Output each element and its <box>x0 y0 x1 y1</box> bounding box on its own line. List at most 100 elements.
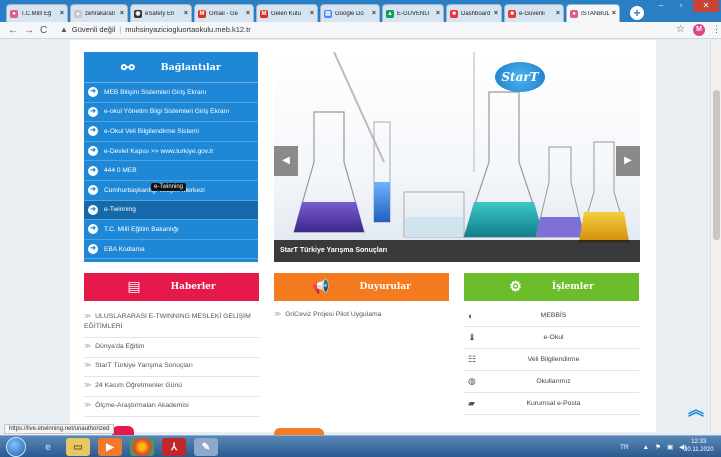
links-item[interactable]: ➜ EBA Kodlama <box>84 240 258 260</box>
close-tab-icon[interactable]: × <box>120 10 124 17</box>
browser-tab[interactable]: ▲ E-GÜVENLİ × <box>382 4 444 22</box>
close-tab-icon[interactable]: × <box>494 10 498 17</box>
operation-label[interactable]: Kurumsal e-Posta <box>480 400 639 407</box>
links-item-label[interactable]: e-Okul Veli Bilgilendirme Sistemi <box>104 128 199 135</box>
news-item-label[interactable]: StarT Türkiye Yarışma Sonuçları <box>95 362 193 369</box>
links-item-label[interactable]: T.C. Millî Eğitim Bakanlığı <box>104 226 179 233</box>
browser-tab[interactable]: ■ e-Güvenli × <box>504 4 564 22</box>
news-item-label[interactable]: Dünya'da Eğitim <box>95 343 144 350</box>
browser-tab[interactable]: M Gelen Kutu × <box>256 4 318 22</box>
news-item[interactable]: ≫ 24 Kasım Öğretmenler Günü <box>84 377 259 397</box>
links-item[interactable]: ➜ T.C. Millî Eğitim Bakanlığı <box>84 220 258 240</box>
links-item-label[interactable]: e-Twinning <box>104 206 136 213</box>
tab-title[interactable]: Gelen Kutu <box>271 11 308 17</box>
scroll-to-top-icon[interactable]: ︽ <box>688 396 704 420</box>
close-tab-icon[interactable]: × <box>60 10 64 17</box>
close-tab-icon[interactable]: × <box>372 10 376 17</box>
browser-tab[interactable]: ▲ zehrakaratı × <box>70 4 128 22</box>
security-label[interactable]: Güvenli değil <box>72 23 115 37</box>
forward-icon[interactable]: → <box>24 24 34 37</box>
operation-item-veli[interactable]: ☷ Veli Bilgilendirme <box>464 349 639 371</box>
operation-item-schools[interactable]: ◍ Okullarımız <box>464 371 639 393</box>
bookmark-star-icon[interactable]: ☆ <box>676 24 685 35</box>
links-item[interactable]: ➜ e-Devlet Kapısı >> www.turkiye.gov.tr <box>84 142 258 162</box>
close-tab-icon[interactable]: × <box>556 10 560 17</box>
tab-title[interactable]: Dashboard <box>461 11 492 17</box>
clock[interactable]: 12:33 30.11.2020 <box>684 438 714 454</box>
language-indicator[interactable]: TR <box>620 444 629 451</box>
url-text[interactable]: muhsinyaziciogluortaokulu.meb.k12.tr <box>125 23 250 37</box>
minimize-button[interactable]: – <box>652 0 670 12</box>
browser-tab[interactable]: ▤ Google Do × <box>320 4 380 22</box>
warning-icon[interactable]: ▲ <box>60 23 68 37</box>
media-player-icon[interactable]: ▶ <box>98 438 122 456</box>
operation-item-eokul[interactable]: ♝ e-Okul <box>464 327 639 349</box>
tab-title[interactable]: zehrakaratı <box>85 11 118 17</box>
slider-caption[interactable]: StarT Türkiye Yarışma Sonuçları <box>274 240 640 262</box>
browser-tab[interactable]: ● İSTANBUL × <box>566 4 620 22</box>
links-item-label[interactable]: 444 0 MEB <box>104 167 137 174</box>
browser-tab[interactable]: ■ Dashboard × <box>446 4 502 22</box>
operation-label[interactable]: e-Okul <box>480 334 639 341</box>
close-tab-icon[interactable]: × <box>436 10 440 17</box>
reload-icon[interactable]: C <box>40 24 47 37</box>
close-tab-icon[interactable]: × <box>246 10 250 17</box>
close-tab-icon[interactable]: × <box>310 10 314 17</box>
news-item[interactable]: ≫ Ölçme-Araştırmaları Akademisi <box>84 397 259 417</box>
tab-title[interactable]: E-GÜVENLİ <box>397 11 434 17</box>
news-item-label[interactable]: ULUSLARARASI E-TWINNING MESLEKİ GELİŞİM … <box>84 313 251 330</box>
flag-icon[interactable]: ⚑ <box>655 443 661 451</box>
tab-title[interactable]: eSafety Eti <box>145 11 182 17</box>
links-item-label[interactable]: EBA Kodlama <box>104 246 145 253</box>
tab-title[interactable]: Gmail - Ge <box>209 11 244 17</box>
tray-arrow-icon[interactable]: ▲ <box>643 444 649 451</box>
maximize-button[interactable]: ▫ <box>672 0 690 12</box>
browser-tab[interactable]: ● T.C.Millî Eğ × <box>6 4 68 22</box>
operation-label[interactable]: MEBBİS <box>480 312 639 319</box>
scrollbar-thumb[interactable] <box>713 90 720 240</box>
links-item[interactable]: ➜ 444 0 MEB <box>84 161 258 181</box>
links-item-label[interactable]: e-okul Yönetim Bilgi Sistemleri Giriş Ek… <box>104 108 229 115</box>
tab-title[interactable]: İSTANBUL <box>581 11 610 17</box>
menu-kebab-icon[interactable]: ⋮ <box>712 24 721 35</box>
operation-item-email[interactable]: ▰ Kurumsal e-Posta <box>464 393 639 415</box>
pdf-reader-icon[interactable]: ⅄ <box>162 438 186 456</box>
news-item-label[interactable]: 24 Kasım Öğretmenler Günü <box>95 382 182 389</box>
back-icon[interactable]: ← <box>8 24 18 37</box>
links-item-label[interactable]: e-Devlet Kapısı >> www.turkiye.gov.tr <box>104 148 213 155</box>
operation-item-mebbis[interactable]: ◐ MEBBİS <box>464 305 639 327</box>
new-tab-button[interactable]: + <box>630 6 644 20</box>
close-window-button[interactable]: ✕ <box>693 0 719 12</box>
links-item-label[interactable]: MEB Bilişim Sistemleri Giriş Ekranı <box>104 89 206 96</box>
browser-tab[interactable]: M Gmail - Ge × <box>194 4 254 22</box>
ie-icon[interactable]: e <box>36 438 60 456</box>
slider-prev-button[interactable]: ◀ <box>274 146 298 176</box>
slider-next-button[interactable]: ▶ <box>616 146 640 176</box>
vertical-scrollbar[interactable] <box>710 40 721 432</box>
paint-icon[interactable]: ✎ <box>194 438 218 456</box>
news-item[interactable]: ≫ ULUSLARARASI E-TWINNING MESLEKİ GELİŞİM… <box>84 308 259 338</box>
close-tab-icon[interactable]: × <box>612 10 616 17</box>
news-item[interactable]: ≫ Dünya'da Eğitim <box>84 338 259 358</box>
announcement-item[interactable]: ≫ GriCeviz Projesi Pilot Uygulama <box>274 309 449 321</box>
links-item[interactable]: ➜ e-Twinning <box>84 200 258 221</box>
links-item[interactable]: ➜ MEB Bilişim Sistemleri Giriş Ekranı <box>84 83 258 103</box>
close-tab-icon[interactable]: × <box>184 10 188 17</box>
operation-label[interactable]: Okullarımız <box>480 378 639 385</box>
announcement-label[interactable]: GriCeviz Projesi Pilot Uygulama <box>285 311 381 318</box>
chrome-icon[interactable] <box>130 438 154 456</box>
url-field[interactable]: ▲ Güvenli değil | muhsinyaziciogluortaok… <box>60 23 665 37</box>
links-item[interactable]: ➜ e-okul Yönetim Bilgi Sistemleri Giriş E… <box>84 103 258 123</box>
browser-tab[interactable]: ◉ eSafety Eti × <box>130 4 192 22</box>
folder-icon[interactable]: ▭ <box>66 438 90 456</box>
tab-title[interactable]: Google Do <box>335 11 370 17</box>
network-icon[interactable]: ▣ <box>667 443 673 451</box>
tab-title[interactable]: T.C.Millî Eğ <box>21 11 58 17</box>
news-item[interactable]: ≫ StarT Türkiye Yarışma Sonuçları <box>84 357 259 377</box>
start-button[interactable] <box>6 437 26 457</box>
tab-title[interactable]: e-Güvenli <box>519 11 554 17</box>
profile-avatar[interactable]: M <box>693 24 705 36</box>
operation-label[interactable]: Veli Bilgilendirme <box>480 356 639 363</box>
links-item[interactable]: ➜ e-Okul Veli Bilgilendirme Sistemi <box>84 122 258 142</box>
news-item-label[interactable]: Ölçme-Araştırmaları Akademisi <box>95 402 189 409</box>
